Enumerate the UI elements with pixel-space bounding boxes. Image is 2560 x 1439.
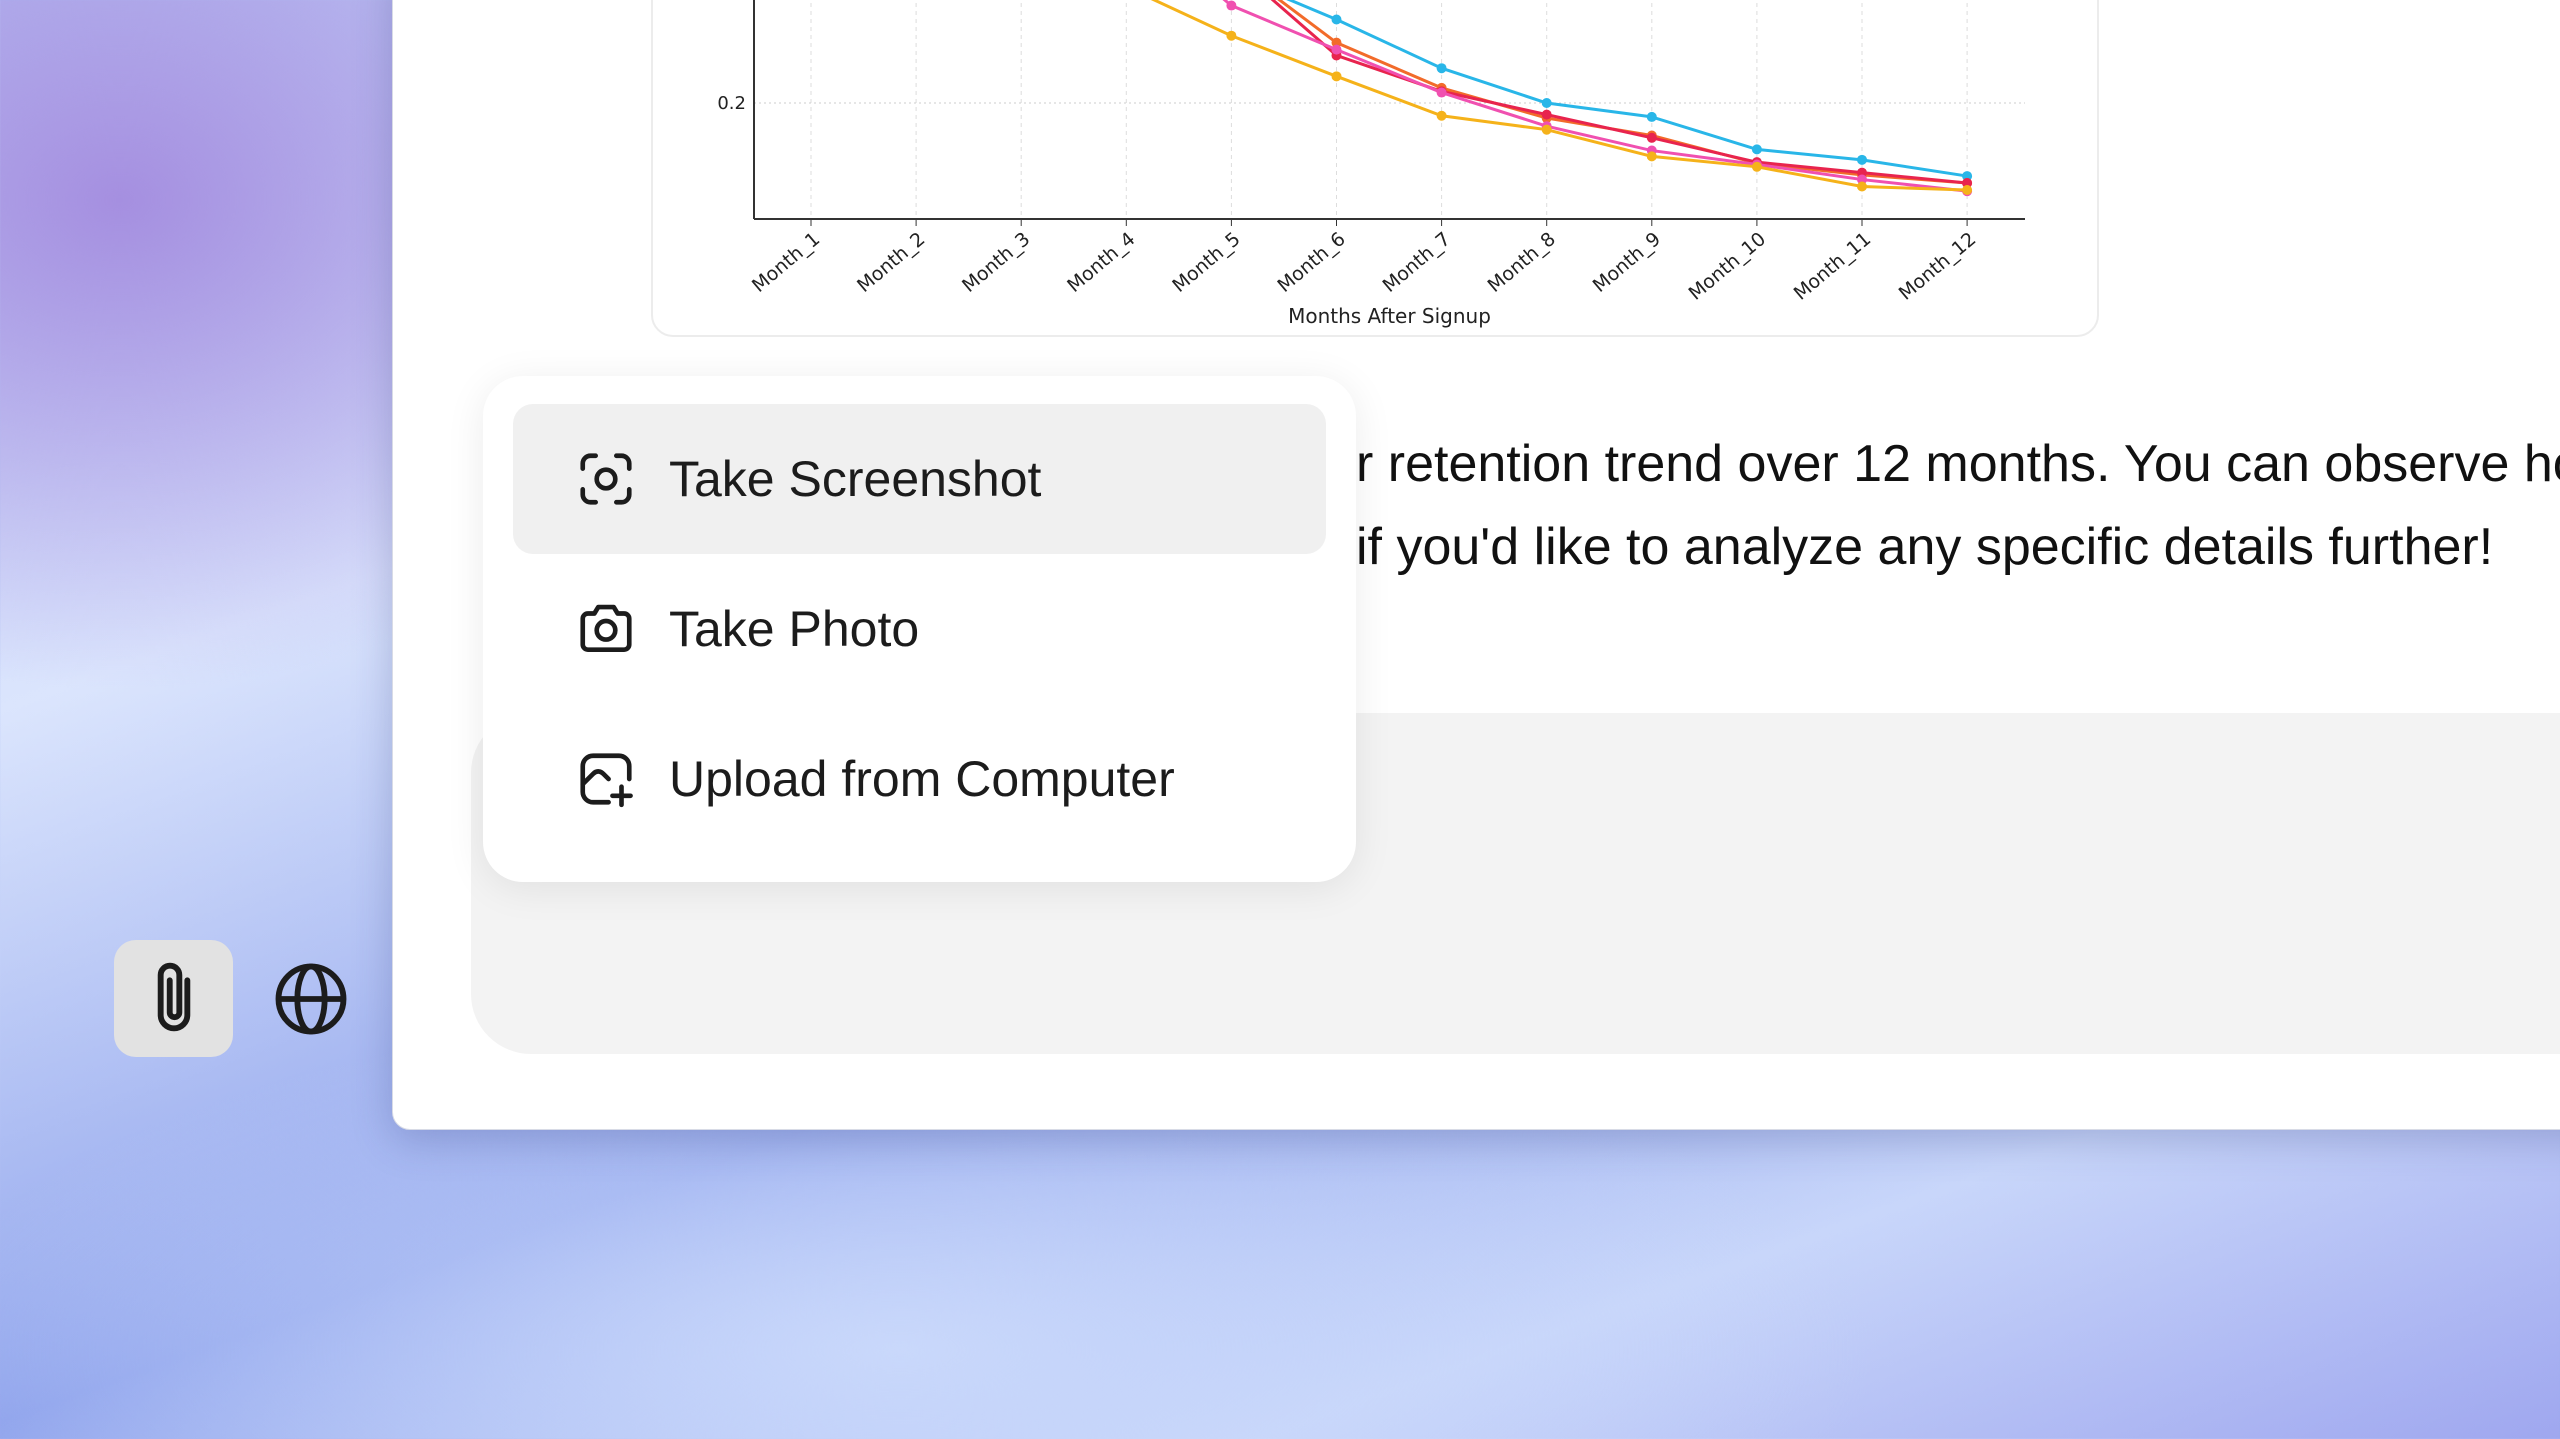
x-tick-label: Month_7 [1379,228,1455,297]
data-point [1436,87,1447,98]
retention-chart: Month_1 Month_2 Month_3 Month_4 Month_5 Month… [717,0,2025,328]
screenshot-icon [580,453,632,505]
data-point [1751,144,1762,155]
data-point [1331,71,1342,82]
data-point [1646,132,1657,143]
attach-button[interactable] [114,940,233,1057]
x-tick-label: Month_10 [1685,228,1771,305]
message-line-2: if you'd like to analyze any specific de… [1356,518,2494,576]
data-point [1541,98,1552,108]
menu-item-label: Upload from Computer [669,751,1175,807]
globe-icon [275,963,347,1035]
y-tick-label: 0.2 [717,93,746,114]
x-tick-label: Month_11 [1790,228,1876,305]
menu-item-take-screenshot[interactable]: Take Screenshot [513,404,1326,554]
data-point [1436,110,1447,121]
data-point [1541,124,1552,135]
x-tick-label: Month_12 [1895,228,1981,305]
chart-card: Month_1 Month_2 Month_3 Month_4 Month_5 Month… [651,0,2099,337]
paperclip-icon [157,962,190,1031]
assistant-message: r retention trend over 12 months. You ca… [1356,423,2560,589]
menu-item-label: Take Screenshot [669,451,1042,507]
web-search-button[interactable] [268,956,354,1042]
menu-item-label: Take Photo [669,601,920,657]
data-point [1751,161,1762,172]
upload-image-icon [580,753,633,808]
x-tick-label: Month_2 [853,228,929,297]
message-line-1: r retention trend over 12 months. You ca… [1356,435,2560,493]
x-tick-label: Month_3 [958,228,1034,297]
data-point [1857,154,1867,165]
camera-icon [580,604,632,652]
menu-item-upload-from-computer[interactable]: Upload from Computer [513,704,1326,854]
x-tick-label: Month_9 [1589,228,1665,297]
x-tick-label: Month_8 [1484,228,1560,297]
data-point [1331,14,1342,25]
data-point [1436,63,1447,74]
x-tick-label: Month_6 [1273,228,1349,297]
data-point [1646,111,1657,122]
x-tick-label: Month_5 [1168,228,1244,297]
attachment-menu: Take Screenshot Take Photo Upload from C… [483,376,1356,882]
data-point [1646,151,1657,162]
data-point [1541,109,1552,120]
data-point [1226,0,1237,11]
data-point [1226,30,1237,41]
x-tick-label: Month_4 [1063,228,1139,297]
x-axis-label: Months After Signup [1288,304,1491,328]
data-point [1331,44,1342,55]
data-point [1962,185,1973,195]
data-point [1857,181,1867,192]
x-tick-label: Month_1 [748,228,824,297]
menu-item-take-photo[interactable]: Take Photo [513,554,1326,704]
